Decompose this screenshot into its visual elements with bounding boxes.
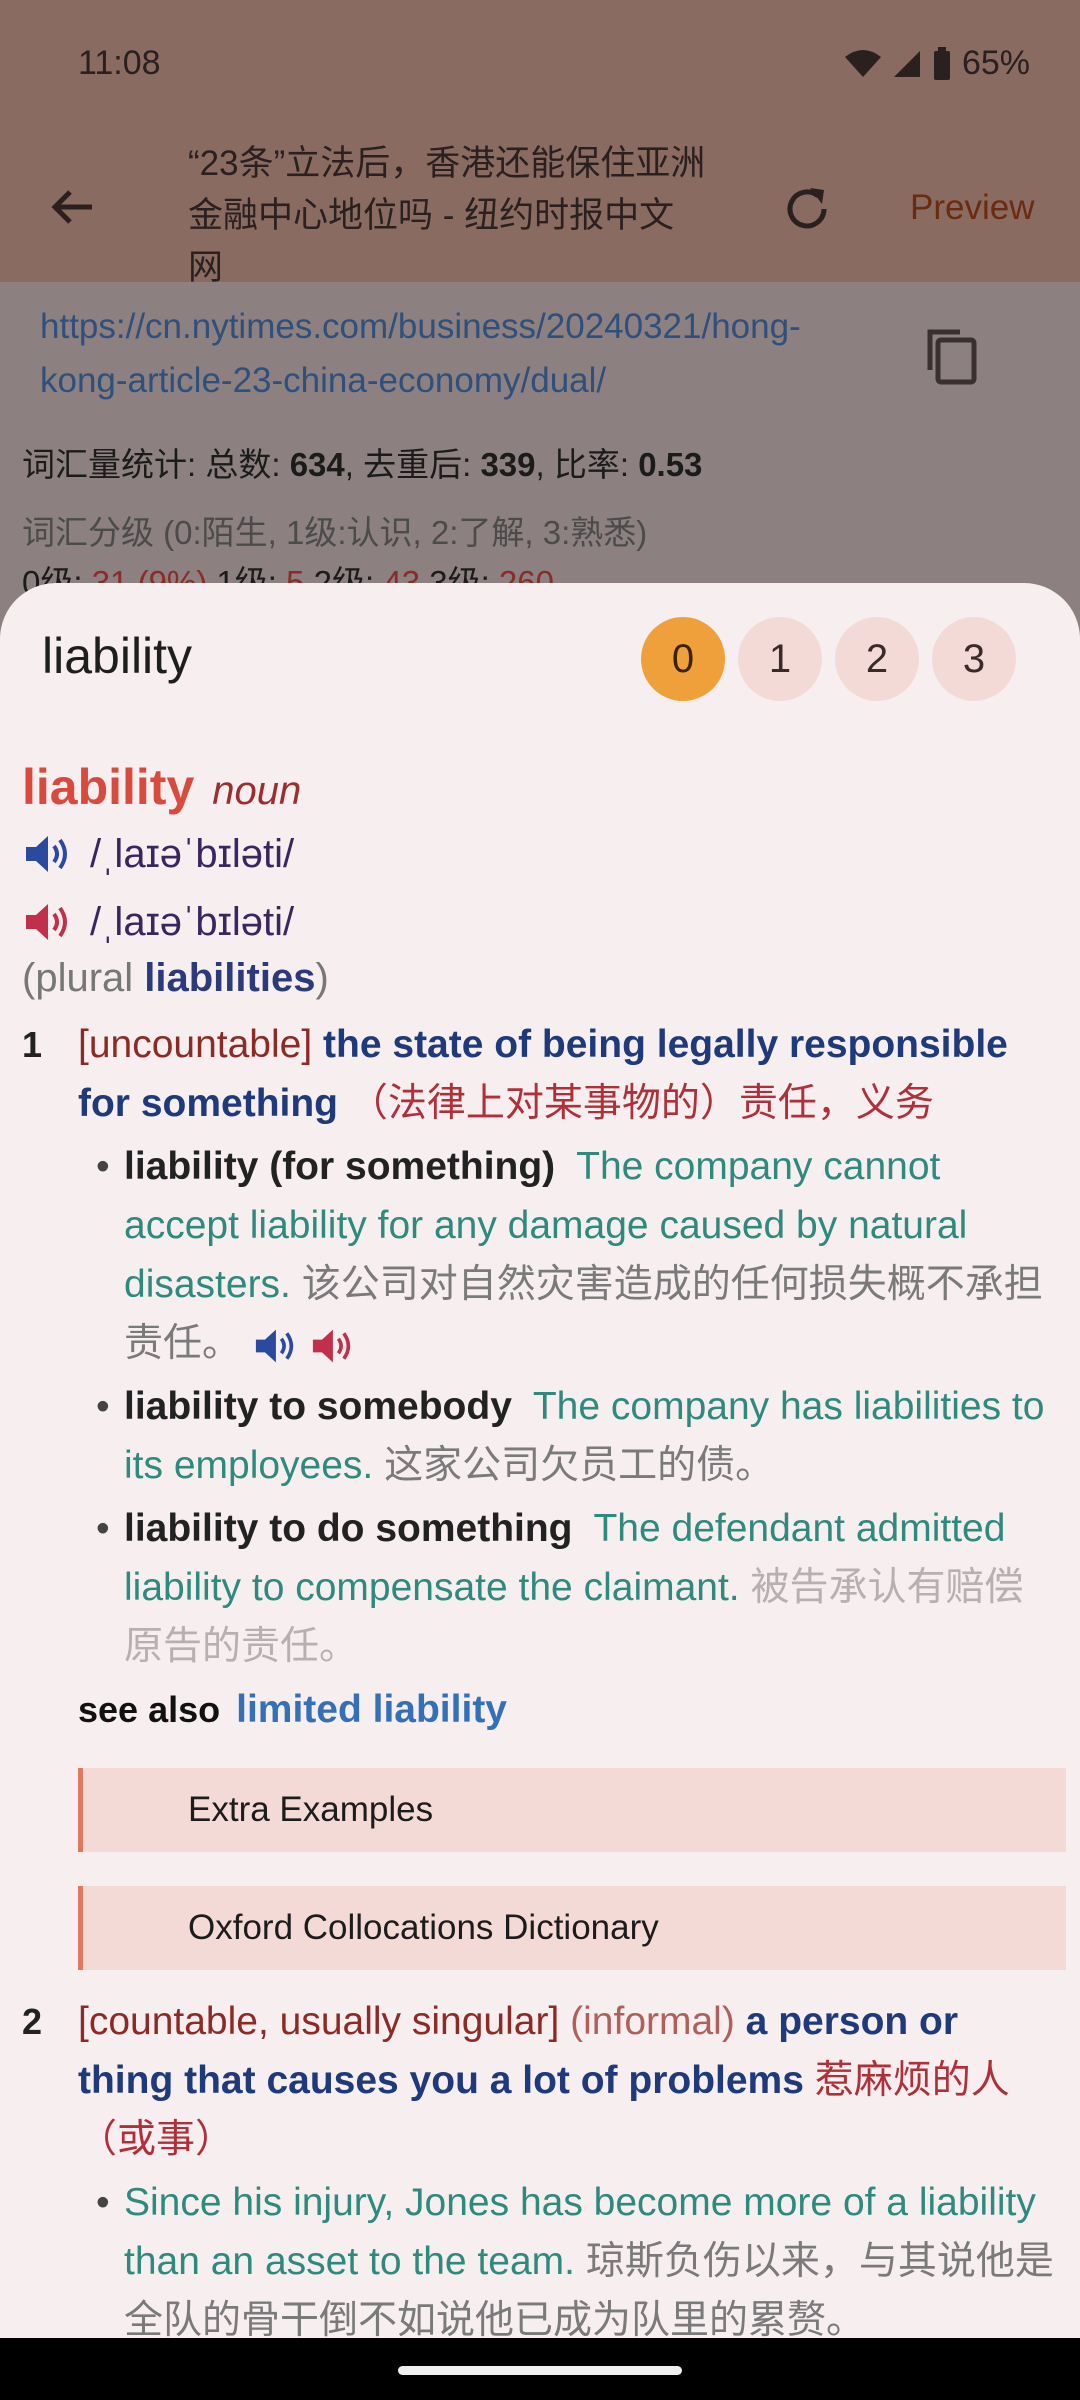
grammar-label: [uncountable] <box>78 1023 313 1066</box>
headword-line: liability noun <box>22 758 1062 816</box>
signal-icon <box>893 50 920 77</box>
example: • liability to somebody The company has … <box>96 1385 1045 1487</box>
headword: liability <box>22 759 195 815</box>
preview-button[interactable]: Preview <box>910 188 1034 228</box>
pronunciation-us: /ˌlaɪəˈbɪləti/ <box>22 892 1062 952</box>
refresh-icon[interactable] <box>780 182 834 236</box>
see-also-link[interactable]: limited liability <box>236 1688 507 1731</box>
example: • Since his injury, Jones has become mor… <box>96 2181 1054 2340</box>
speaker-us-icon[interactable] <box>22 900 72 944</box>
level-0-button[interactable]: 0 <box>641 617 725 701</box>
pronunciation-br: /ˌlaɪəˈbɪləti/ <box>22 824 1062 884</box>
level-1-button[interactable]: 1 <box>738 617 822 701</box>
article-url[interactable]: https://cn.nytimes.com/business/20240321… <box>40 300 870 408</box>
sense-1: 1 [uncountable] the state of being legal… <box>22 1015 1062 1676</box>
home-handle[interactable] <box>398 2366 682 2375</box>
sense-2: 2 [countable, usually singular] (informa… <box>22 1992 1062 2340</box>
example: • liability to do something The defendan… <box>96 1507 1024 1668</box>
status-icons: 65% <box>844 44 1030 83</box>
battery-percent: 65% <box>961 44 1030 82</box>
wifi-icon <box>844 49 881 77</box>
example-speaker-br-icon[interactable] <box>252 1326 298 1366</box>
example: • liability (for something) The company … <box>96 1145 1043 1366</box>
example-speaker-us-icon[interactable] <box>309 1326 355 1366</box>
collocations-section[interactable]: Oxford Collocations Dictionary <box>78 1886 1066 1970</box>
vocab-stats: 词汇量统计: 总数: 634, 去重后: 339, 比率: 0.53 <box>22 446 703 483</box>
battery-icon <box>933 46 950 80</box>
definition-zh: （法律上对某事物的）责任，义务 <box>348 1082 934 1125</box>
speaker-br-icon[interactable] <box>22 832 72 876</box>
level-3-button[interactable]: 3 <box>932 617 1016 701</box>
register-label: (informal) <box>570 2000 735 2043</box>
sheet-word: liability <box>42 628 193 684</box>
dictionary-entry: liability noun /ˌlaɪəˈbɪləti/ /ˌlaɪəˈbɪlə… <box>22 758 1066 2340</box>
plural-form: (plural liabilities) <box>22 956 329 1000</box>
status-time: 11:08 <box>78 44 161 82</box>
extra-examples-section[interactable]: Extra Examples <box>78 1768 1066 1852</box>
copy-icon[interactable] <box>924 326 980 386</box>
part-of-speech: noun <box>212 769 302 813</box>
page-title: “23条”立法后，香港还能保住亚洲金融中心地位吗 - 纽约时报中文网 <box>188 144 706 287</box>
back-arrow-icon[interactable] <box>48 182 98 232</box>
see-also: see also limited liability <box>78 1688 507 1731</box>
grammar-label: [countable, usually singular] <box>78 2000 560 2043</box>
level-2-button[interactable]: 2 <box>835 617 919 701</box>
dictionary-sheet: liability 0 1 2 3 liability noun /ˌlaɪəˈb… <box>0 583 1080 2340</box>
levels-legend: 词汇分级 (0:陌生, 1级:认识, 2:了解, 3:熟悉) <box>22 514 648 551</box>
